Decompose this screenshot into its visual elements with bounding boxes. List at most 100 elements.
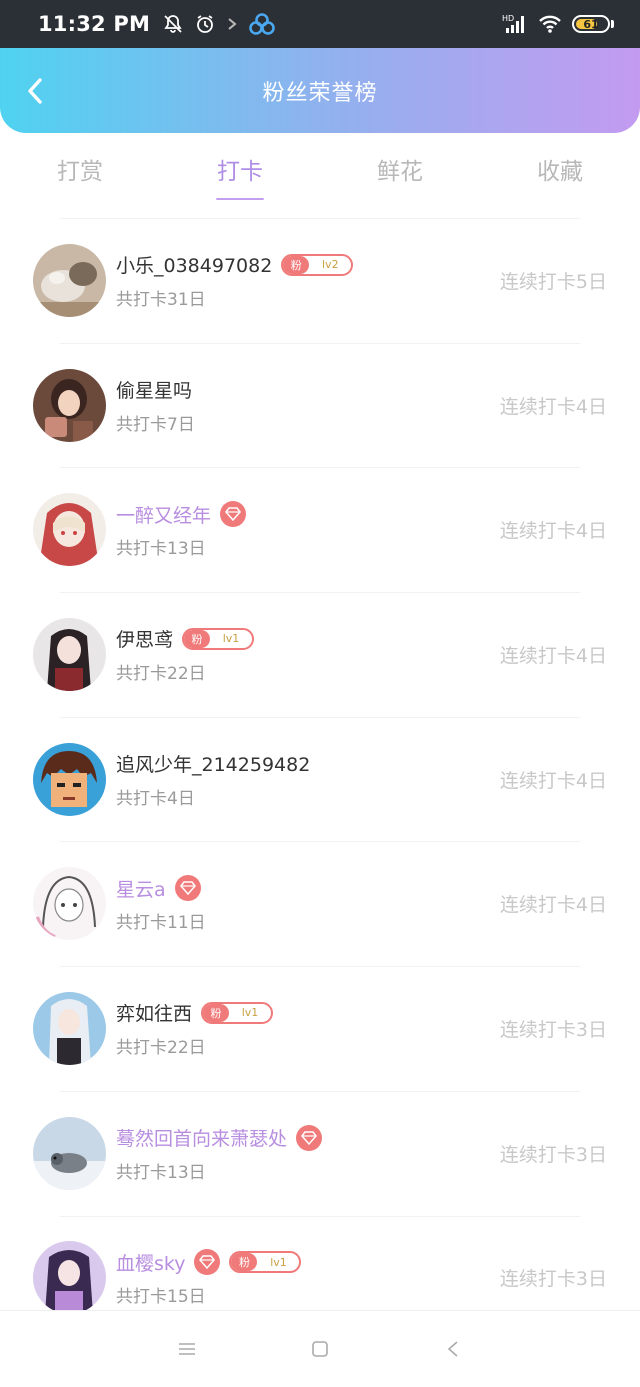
fan-name: 小乐_038497082	[116, 255, 273, 278]
fan-row[interactable]: 一醉又经年 共打卡13日 连续打卡4日	[0, 467, 640, 592]
battery-icon: 61	[572, 15, 614, 33]
alarm-icon	[194, 13, 216, 35]
tab-label: 收藏	[537, 159, 583, 185]
streak-days: 连续打卡4日	[499, 769, 607, 792]
back-button[interactable]	[20, 76, 50, 106]
fan-name: 追风少年_214259482	[116, 754, 311, 777]
streak-days: 连续打卡4日	[499, 395, 607, 418]
fan-name: 一醉又经年	[116, 504, 212, 527]
streak-days: 连续打卡5日	[499, 270, 607, 293]
diamond-icon	[174, 875, 201, 902]
tab-label: 鲜花	[377, 159, 423, 185]
fan-name: 伊思鸢	[116, 629, 174, 652]
status-time: 11:32 PM	[38, 12, 151, 36]
chevron-left-icon	[28, 78, 42, 104]
avatar[interactable]	[33, 493, 106, 567]
hd-signal-icon: HD	[502, 13, 528, 35]
fan-badge-label: 粉	[283, 255, 310, 274]
fan-info: 星云a 共打卡11日	[116, 874, 206, 933]
fan-row[interactable]: 弈如往西 粉 lv1 共打卡22日 连续打卡3日	[0, 966, 640, 1091]
fan-info: 追风少年_214259482 共打卡4日	[116, 750, 310, 809]
menu-button[interactable]	[167, 1329, 207, 1369]
fan-row[interactable]: 伊思鸢 粉 lv1 共打卡22日 连续打卡4日	[0, 592, 640, 717]
name-line: 一醉又经年	[116, 500, 247, 528]
menu-icon	[178, 1343, 195, 1355]
name-line: 伊思鸢 粉 lv1	[116, 625, 255, 653]
streak-days: 连续打卡3日	[499, 1018, 607, 1041]
streak-days: 连续打卡4日	[499, 520, 607, 543]
status-icons-left	[162, 12, 276, 36]
total-checkins: 共打卡31日	[116, 289, 206, 310]
fan-badge-label: 粉	[203, 1003, 230, 1022]
tab-bar: 打赏 打卡 鲜花 收藏	[0, 140, 640, 200]
avatar[interactable]	[33, 368, 106, 442]
tab-checkin[interactable]: 打卡	[160, 140, 320, 200]
fan-name: 血樱sky	[116, 1252, 186, 1275]
streak-days: 连续打卡3日	[499, 1268, 607, 1291]
diamond-icon	[296, 1124, 323, 1151]
fan-name: 星云a	[116, 878, 166, 901]
fan-info: 蓦然回首向来萧瑟处 共打卡13日	[116, 1124, 323, 1183]
wifi-icon	[538, 14, 562, 34]
fan-badge-level: lv2	[322, 258, 339, 272]
tab-label: 打赏	[57, 159, 103, 185]
battery-text: 61	[583, 17, 599, 31]
diamond-icon	[220, 501, 247, 528]
streak-days: 连续打卡4日	[499, 644, 607, 667]
svg-text:HD: HD	[502, 14, 514, 23]
tab-reward[interactable]: 打赏	[0, 140, 160, 200]
page-title: 粉丝荣誉榜	[262, 80, 378, 106]
avatar[interactable]	[33, 991, 106, 1065]
status-bar: 11:32 PM HD 61	[0, 0, 640, 48]
tab-label: 打卡	[217, 159, 263, 185]
battery-tip	[611, 20, 614, 28]
fan-name: 偷星星吗	[116, 380, 193, 403]
back-nav-button[interactable]	[433, 1329, 473, 1369]
avatar[interactable]	[33, 1116, 106, 1190]
fan-level-badge: 粉 lv1	[229, 1251, 302, 1274]
fan-level-badge: 粉 lv2	[281, 253, 354, 276]
tab-underline	[536, 198, 584, 200]
back-triangle-icon	[448, 1341, 458, 1357]
tab-underline	[56, 198, 104, 200]
header: 粉丝荣誉榜	[0, 48, 640, 133]
streak-days: 连续打卡3日	[499, 1143, 607, 1166]
total-checkins: 共打卡13日	[116, 539, 206, 560]
avatar[interactable]	[33, 1241, 106, 1315]
streak-days: 连续打卡4日	[499, 894, 607, 917]
fan-badge-label: 粉	[231, 1253, 258, 1272]
fan-row[interactable]: 星云a 共打卡11日 连续打卡4日	[0, 841, 640, 966]
total-checkins: 共打卡22日	[116, 1037, 206, 1058]
fan-info: 小乐_038497082 粉 lv2 共打卡31日	[116, 251, 354, 310]
avatar[interactable]	[33, 867, 106, 941]
fan-level-badge: 粉 lv1	[201, 1001, 274, 1024]
fan-badge-level: lv1	[222, 632, 240, 646]
fan-row[interactable]: 偷星星吗 共打卡7日 连续打卡4日	[0, 342, 640, 468]
fan-info: 一醉又经年 共打卡13日	[116, 500, 247, 560]
name-line: 弈如往西 粉 lv1	[116, 999, 274, 1027]
fan-row[interactable]: 追风少年_214259482 共打卡4日 连续打卡4日	[0, 716, 640, 842]
total-checkins: 共打卡15日	[116, 1287, 206, 1308]
home-button[interactable]	[300, 1329, 340, 1369]
total-checkins: 共打卡7日	[116, 414, 195, 435]
battery-body: 61	[572, 15, 610, 33]
name-line: 偷星星吗	[116, 376, 195, 404]
fan-level-badge: 粉 lv1	[182, 627, 255, 650]
fan-row[interactable]: 蓦然回首向来萧瑟处 共打卡13日 连续打卡3日	[0, 1090, 640, 1216]
avatar[interactable]	[33, 617, 106, 691]
name-line: 追风少年_214259482	[116, 750, 310, 778]
fan-name: 弈如往西	[116, 1003, 193, 1026]
name-line: 蓦然回首向来萧瑟处	[116, 1124, 323, 1152]
avatar[interactable]	[33, 742, 106, 816]
name-line: 星云a	[116, 874, 206, 902]
tab-underline	[216, 198, 264, 200]
tab-flowers[interactable]: 鲜花	[320, 140, 480, 200]
fan-row[interactable]: 小乐_038497082 粉 lv2 共打卡31日 连续打卡5日	[0, 218, 640, 343]
total-checkins: 共打卡4日	[116, 788, 195, 809]
status-icons-right: HD 61	[502, 13, 614, 35]
tab-favorites[interactable]: 收藏	[480, 140, 640, 200]
total-checkins: 共打卡22日	[116, 663, 206, 684]
avatar[interactable]	[33, 243, 106, 317]
name-line: 血樱sky 粉 lv1	[116, 1248, 302, 1276]
fan-badge-level: lv1	[241, 1006, 259, 1020]
